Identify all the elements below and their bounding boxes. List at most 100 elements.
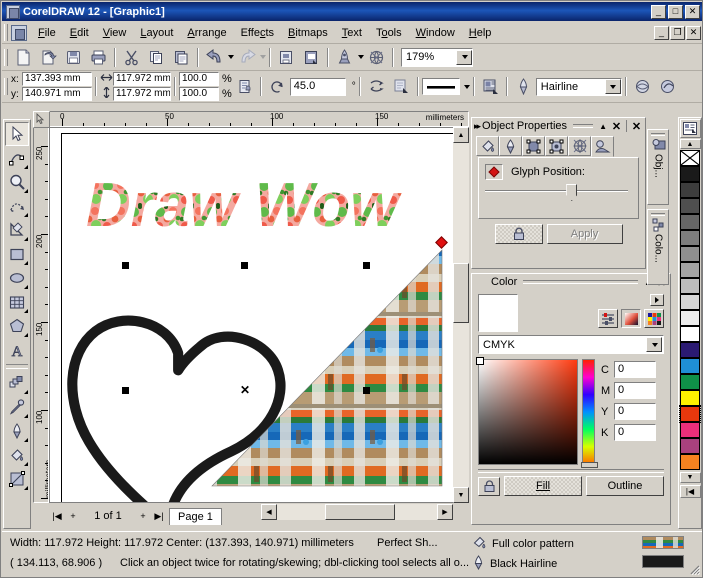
channel-m-input[interactable]: 0 <box>614 382 656 399</box>
first-page-button[interactable]: |◀ <box>49 509 65 524</box>
docker-tab-object-properties[interactable]: Obj... <box>647 129 669 205</box>
palette-expand-button[interactable]: |◀ <box>679 485 701 498</box>
selection-handle-tl[interactable] <box>122 262 129 269</box>
glyph-marker-swatch[interactable] <box>485 164 503 180</box>
menu-tools[interactable]: Tools <box>369 24 409 42</box>
outline-style-dropdown-icon[interactable] <box>463 84 470 89</box>
menu-text[interactable]: Text <box>335 24 369 42</box>
menu-view[interactable]: View <box>96 24 134 42</box>
open-document-icon[interactable] <box>37 46 60 68</box>
docker-close-panel-button[interactable]: ✕ <box>610 120 623 133</box>
glyph-position-slider-thumb[interactable] <box>566 184 578 201</box>
copy-icon[interactable] <box>145 46 168 68</box>
text-tool[interactable]: A <box>5 338 29 362</box>
drawing-canvas[interactable]: Draw Wow ✕ <box>49 127 469 503</box>
width-field[interactable]: 117.972 mm <box>113 72 171 86</box>
polygon-tool[interactable] <box>5 314 29 338</box>
outline-style-preview[interactable] <box>421 78 460 95</box>
menu-bitmaps[interactable]: Bitmaps <box>281 24 335 42</box>
eyedropper-tool[interactable] <box>5 395 29 419</box>
lock-button[interactable] <box>494 224 543 244</box>
y-position-field[interactable]: 140.971 mm <box>22 87 92 101</box>
rectangle-tool[interactable] <box>5 242 29 266</box>
mdi-restore-button[interactable]: ❐ <box>670 25 685 40</box>
horizontal-ruler[interactable]: 0 50 100 150 millimeters <box>33 111 469 127</box>
palette-swatch-purple[interactable] <box>680 438 700 454</box>
import-icon[interactable] <box>275 46 298 68</box>
menu-window[interactable]: Window <box>409 24 462 42</box>
shape-tool[interactable] <box>5 146 29 170</box>
menu-arrange[interactable]: Arrange <box>180 24 233 42</box>
mdi-minimize-button[interactable]: _ <box>654 25 669 40</box>
hyperlink-icon[interactable] <box>656 76 679 98</box>
color-field-marker[interactable] <box>476 357 484 365</box>
scroll-down-button[interactable]: ▼ <box>453 487 469 503</box>
zoom-dropdown-button[interactable] <box>456 49 472 65</box>
hue-slider[interactable] <box>581 359 598 468</box>
launcher-dropdown-icon[interactable] <box>358 55 364 59</box>
height-field[interactable]: 117.972 mm <box>113 87 171 101</box>
interactive-fill-tool[interactable] <box>5 467 29 491</box>
palette-swatch-80% black[interactable] <box>680 198 700 214</box>
color-sliders-mode-button[interactable] <box>598 309 618 328</box>
glyph-position-slider-track[interactable] <box>485 184 628 201</box>
color-options-flyout-button[interactable] <box>650 294 664 306</box>
property-bar-grip[interactable] <box>4 78 8 95</box>
tab-general[interactable] <box>545 136 568 156</box>
menu-edit[interactable]: Edit <box>63 24 96 42</box>
paste-icon[interactable] <box>170 46 193 68</box>
insert-page-after-button[interactable]: + <box>135 509 151 524</box>
last-page-button[interactable]: ▶| <box>151 509 167 524</box>
palette-swatch-90% black[interactable] <box>680 182 700 198</box>
outline-width-dropdown-button[interactable] <box>604 79 621 94</box>
outline-tool[interactable] <box>5 419 29 443</box>
vertical-scroll-thumb[interactable] <box>453 263 469 323</box>
scroll-up-button[interactable]: ▲ <box>453 127 469 143</box>
channel-y-input[interactable]: 0 <box>614 403 656 420</box>
smart-drawing-tool[interactable] <box>5 218 29 242</box>
ruler-origin-button[interactable] <box>33 111 50 128</box>
hue-slider-thumb[interactable] <box>581 462 598 468</box>
palette-swatch-red[interactable] <box>679 405 701 423</box>
palette-swatch-10% black[interactable] <box>680 310 700 326</box>
new-document-icon[interactable] <box>12 46 35 68</box>
fill-apply-button[interactable]: Fill <box>504 476 582 496</box>
docker-collapse-arrows-icon[interactable]: ▸▸ <box>474 121 481 132</box>
palette-swatch-40% black[interactable] <box>680 262 700 278</box>
scroll-right-button[interactable]: ▶ <box>437 504 453 520</box>
maximize-button[interactable]: □ <box>668 4 683 19</box>
wrap-paragraph-text-icon[interactable] <box>631 76 654 98</box>
ellipse-tool[interactable] <box>5 266 29 290</box>
convert-to-curves-icon[interactable] <box>390 76 413 98</box>
text-wrap-icon[interactable] <box>479 76 502 98</box>
redo-icon[interactable] <box>235 46 258 68</box>
undo-icon[interactable] <box>203 46 226 68</box>
vertical-scrollbar[interactable]: ▲ ▼ <box>453 127 469 503</box>
selection-handle-mr[interactable] <box>363 387 370 394</box>
palette-swatch-70% black[interactable] <box>680 214 700 230</box>
undo-dropdown-icon[interactable] <box>228 55 234 59</box>
palette-swatch-blue[interactable] <box>680 342 700 358</box>
color-viewers-mode-button[interactable] <box>621 309 641 328</box>
menu-drag-grip[interactable] <box>4 24 8 41</box>
palette-options-button[interactable] <box>679 119 701 138</box>
menu-effects[interactable]: Effects <box>234 24 281 42</box>
document-icon[interactable] <box>11 24 27 41</box>
tab-fill[interactable] <box>476 136 499 156</box>
menu-layout[interactable]: Layout <box>133 24 180 42</box>
palette-swatch-20% black[interactable] <box>680 294 700 310</box>
rotation-angle-field[interactable]: 45.0 <box>289 77 346 96</box>
docker-rollup-icon[interactable]: ▲ <box>599 122 607 131</box>
close-button[interactable]: ✕ <box>685 4 700 19</box>
interactive-blend-tool[interactable] <box>5 371 29 395</box>
tab-internet[interactable] <box>591 136 614 157</box>
mdi-close-button[interactable]: ✕ <box>686 25 701 40</box>
cut-icon[interactable] <box>120 46 143 68</box>
zoom-tool[interactable] <box>5 170 29 194</box>
tab-interactive-fill[interactable] <box>568 136 591 156</box>
color-model-select[interactable]: CMYK <box>478 335 664 354</box>
save-document-icon[interactable] <box>62 46 85 68</box>
palette-swatch-cyan[interactable] <box>680 358 700 374</box>
color-field[interactable] <box>476 357 578 465</box>
palette-swatch-yellow[interactable] <box>680 390 700 406</box>
